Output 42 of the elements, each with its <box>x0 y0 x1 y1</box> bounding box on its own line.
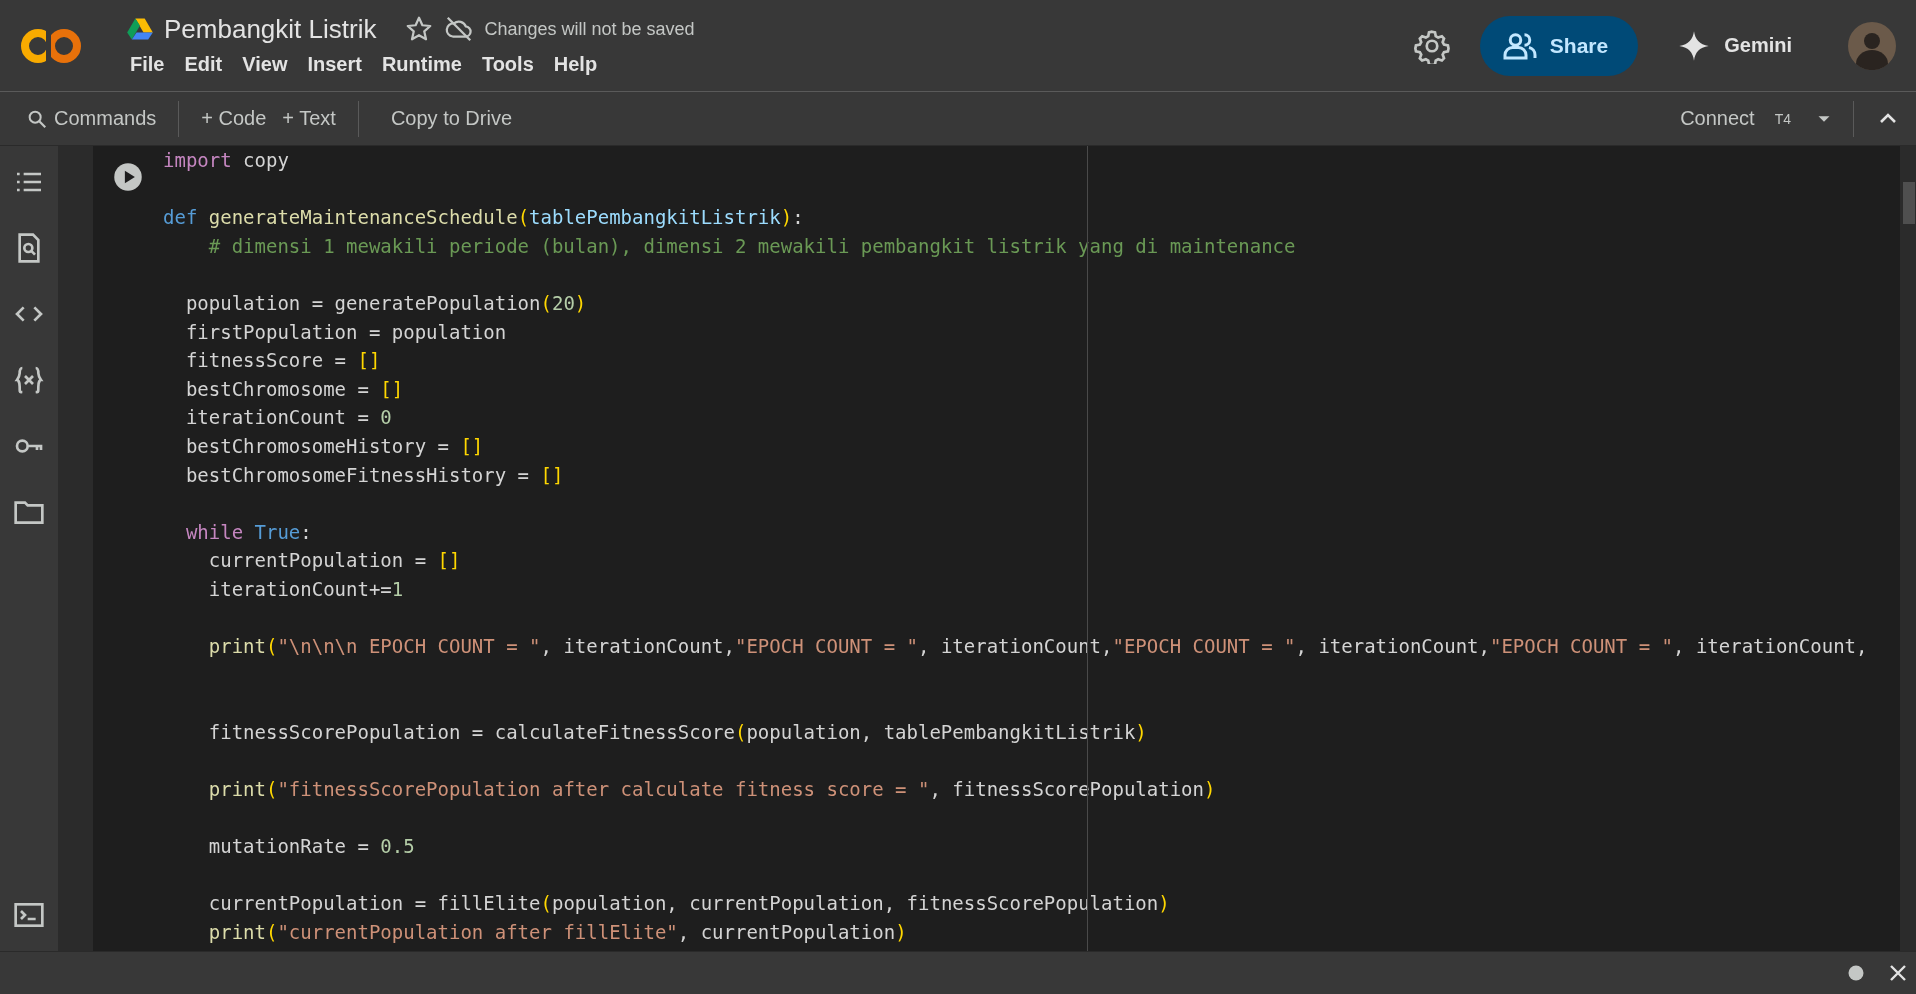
menu-item[interactable]: Tools <box>475 50 544 78</box>
code-line: while True: <box>184 519 312 545</box>
code-line: fitnessScorePopulation = calculateFitnessScore(population, tablePembangkitListrik) <box>207 719 1147 745</box>
code-line: print("\n\n\n EPOCH COUNT = ", iterationCount,"EPOCH COUNT = ", iterationCount,"EPOCH COUNT = ", iterationCount,"EPOCH COUNT = ", iterationCount, <box>207 634 1868 660</box>
code-line: population = generatePopulation(20) <box>184 290 587 316</box>
menu-item[interactable]: Runtime <box>375 50 472 78</box>
add-code-button[interactable]: + Code <box>193 101 275 136</box>
menu-item[interactable]: Insert <box>301 50 372 78</box>
code-line: currentPopulation = fillElite(population, currentPopulation, fitnessScorePopulation) <box>207 891 1170 917</box>
code-line: iterationCount+=1 <box>207 576 404 602</box>
notebook-title[interactable]: Pembangkit Listrik <box>164 13 377 45</box>
menu-item[interactable]: View <box>236 50 298 78</box>
settings-icon[interactable] <box>1413 27 1450 64</box>
code-line: fitnessScore = [] <box>184 348 381 374</box>
menu-item[interactable]: Help <box>547 50 608 78</box>
code-line: import copy <box>163 148 289 173</box>
code-line: iterationCount = 0 <box>184 405 392 431</box>
code-line: bestChromosomeFitnessHistory = [] <box>184 462 564 488</box>
code-line: mutationRate = 0.5 <box>207 834 415 860</box>
code-line: currentPopulation = [] <box>207 548 461 574</box>
copy-to-drive-button[interactable]: Copy to Drive <box>372 101 521 136</box>
run-button-icon[interactable] <box>113 162 143 192</box>
share-button[interactable]: Share <box>1479 15 1639 76</box>
menu-item[interactable]: File <box>124 50 175 78</box>
status-dot-icon <box>1846 963 1866 983</box>
connect-button[interactable]: Connect T4 <box>1672 101 1799 136</box>
code-line: # dimensi 1 mewakili periode (bulan), dimensi 2 mewakili pembangkit listrik yang di maintenance <box>207 233 1296 259</box>
gemini-button[interactable]: Gemini <box>1668 29 1818 62</box>
menu-item[interactable]: Edit <box>178 50 233 78</box>
code-line: bestChromosome = [] <box>184 376 404 402</box>
code-line: print("fitnessScorePopulation after calculate fitness score = ", fitnessScorePopulation) <box>207 777 1216 803</box>
code-line: def generateMaintenanceSchedule(tablePembangkitListrik): <box>163 205 804 231</box>
variables-icon[interactable] <box>13 364 45 396</box>
cloud-off-icon <box>444 14 475 44</box>
scrollbar-thumb[interactable] <box>1903 182 1915 224</box>
add-text-button[interactable]: + Text <box>274 101 344 136</box>
commands-button[interactable]: Commands <box>18 101 165 136</box>
save-status: Changes will not be saved <box>484 18 695 40</box>
code-cell[interactable] <box>93 146 1916 951</box>
code-line: print("currentPopulation after fillElite", currentPopulation) <box>207 920 907 946</box>
code-line: firstPopulation = population <box>184 319 507 345</box>
code-line: bestChromosomeHistory = [] <box>184 433 484 459</box>
